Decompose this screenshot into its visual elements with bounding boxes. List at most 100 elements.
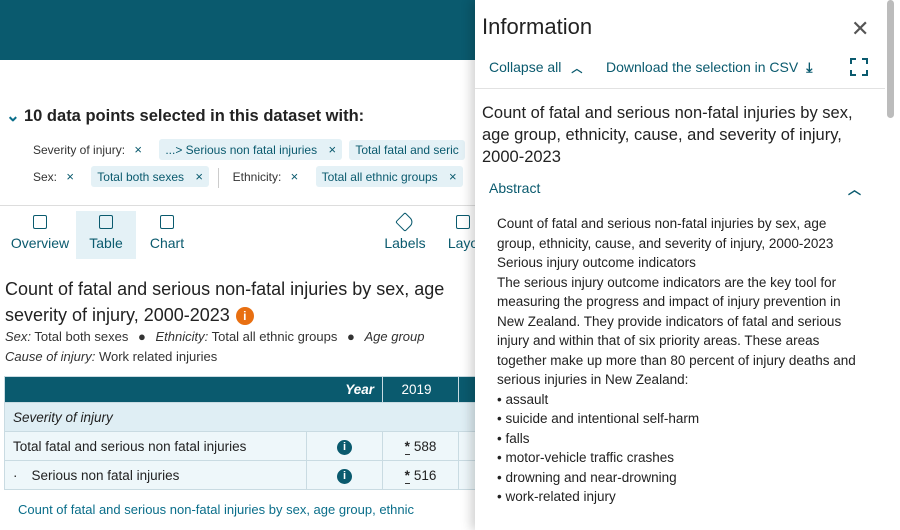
row-label: Total fatal and serious non fatal injuri…: [4, 431, 307, 461]
meta-value: Total all ethnic groups: [211, 329, 338, 344]
year-header: Year: [4, 376, 383, 403]
row-label: · Serious non fatal injuries: [4, 460, 307, 490]
meta-value: Total both sexes: [34, 329, 129, 344]
table-header-row: Year 2019: [4, 376, 475, 403]
layout-icon: [456, 215, 470, 229]
filter-row-severity: Severity of injury: × ...> Serious non f…: [33, 139, 469, 160]
filter-chip[interactable]: Total both sexes ×: [91, 166, 209, 187]
filter-chip-label: Total all ethnic groups: [321, 170, 438, 184]
download-csv-label: Download the selection in CSV: [606, 59, 799, 75]
remove-filter-icon[interactable]: ×: [66, 169, 74, 184]
download-icon: ⤓: [806, 59, 813, 75]
cell-value: 588: [413, 438, 437, 454]
info-icon[interactable]: i: [337, 439, 352, 455]
meta-value: Work related injuries: [98, 349, 218, 364]
filter-chip-label: Total both sexes: [97, 170, 185, 184]
year-column-header: [458, 376, 475, 403]
empty-cell: [458, 431, 475, 461]
remove-chip-icon[interactable]: ×: [195, 169, 203, 184]
filter-chip[interactable]: Total fatal and seric: [349, 140, 465, 160]
download-csv-button[interactable]: Download the selection in CSV ⤓: [606, 59, 812, 76]
filter-key: Severity of injury:: [33, 143, 126, 157]
tab-layout[interactable]: Layo: [438, 211, 475, 259]
chevron-up-icon: ︿: [571, 63, 583, 75]
tab-label: Labels: [384, 235, 426, 251]
tab-label: Chart: [149, 235, 185, 251]
selection-heading-text: 10 data points selected in this dataset …: [24, 107, 365, 125]
row-info-cell: i: [306, 431, 383, 461]
filter-chip[interactable]: Total all ethnic groups ×: [315, 166, 463, 187]
filter-chip-label: ...> Serious non fatal injuries: [165, 143, 318, 157]
row-info-cell: i: [306, 460, 383, 490]
chart-icon: [160, 215, 174, 229]
value-cell[interactable]: * 588: [382, 431, 459, 461]
tab-label: Overview: [10, 235, 70, 251]
tab-label: Table: [89, 235, 123, 251]
filter-chip[interactable]: ...> Serious non fatal injuries ×: [159, 139, 343, 160]
table-meta: Sex: Total both sexes ● Ethnicity: Total…: [5, 329, 424, 344]
flag-marker[interactable]: *: [404, 438, 410, 455]
abstract-line: Serious injury outcome indicators: [497, 255, 696, 270]
chevron-down-icon[interactable]: ⌄: [6, 106, 24, 126]
table-row: · Serious non fatal injuries i * 516: [4, 460, 475, 490]
abstract-line: The serious injury outcome indicators ar…: [497, 274, 856, 388]
row-label-text: Serious non fatal injuries: [31, 467, 180, 483]
empty-cell: [458, 460, 475, 490]
view-tabs: Overview Table Chart Labels Layo: [0, 205, 475, 261]
filter-key: Ethnicity:: [232, 170, 282, 184]
meta-key: Cause of injury:: [5, 349, 96, 364]
remove-filter-icon[interactable]: ×: [134, 142, 142, 157]
abstract-line: • assault: [497, 391, 549, 407]
group-label: Severity of injury: [4, 402, 475, 432]
tab-labels[interactable]: Labels: [380, 211, 430, 259]
table-title-text: Count of fatal and serious non-fatal inj…: [5, 279, 445, 325]
table-row: Total fatal and serious non fatal injuri…: [4, 431, 475, 461]
divider: [218, 167, 220, 188]
dataset-title: Count of fatal and serious non-fatal inj…: [482, 104, 853, 166]
fullscreen-icon[interactable]: [850, 58, 868, 76]
collapse-all-button[interactable]: Collapse all ︿: [489, 59, 582, 76]
meta-key: Sex:: [5, 329, 32, 344]
info-icon[interactable]: i: [235, 307, 254, 326]
info-icon[interactable]: i: [337, 468, 352, 484]
abstract-line: • work-related injury: [497, 489, 616, 504]
overview-icon: [33, 215, 47, 229]
bullet-icon: ●: [137, 329, 146, 344]
bullet-icon: ●: [346, 329, 355, 344]
tag-icon: [395, 212, 415, 232]
abstract-line: • falls: [497, 430, 530, 446]
abstract-line: Count of fatal and serious non-fatal inj…: [497, 216, 834, 251]
abstract-toggle[interactable]: Abstract: [489, 180, 540, 196]
flag-marker[interactable]: *: [404, 467, 410, 484]
remove-chip-icon[interactable]: ×: [449, 169, 457, 184]
tab-table[interactable]: Table: [76, 211, 136, 259]
main-content: ⌄ 10 data points selected in this dataset…: [0, 60, 475, 530]
year-column-header[interactable]: 2019: [382, 376, 459, 403]
tab-overview[interactable]: Overview: [6, 211, 74, 259]
group-row: Severity of injury: [4, 402, 475, 432]
data-table: Year 2019 Severity of injury Total fatal…: [4, 376, 475, 490]
selection-heading[interactable]: ⌄ 10 data points selected in this dataset…: [6, 106, 364, 126]
filter-row-sex-ethnicity: Sex: × Total both sexes × Ethnicity: × T…: [33, 166, 467, 188]
table-icon: [99, 215, 113, 229]
information-panel: Information ✕ Collapse all ︿ Download the…: [475, 0, 900, 530]
abstract-line: • suicide and intentional self-harm: [497, 411, 700, 426]
close-icon[interactable]: ✕: [851, 16, 869, 42]
collapse-all-label: Collapse all: [489, 59, 562, 75]
tab-chart[interactable]: Chart: [142, 211, 192, 259]
value-cell[interactable]: * 516: [382, 460, 459, 490]
table-footnote-link[interactable]: Count of fatal and serious non-fatal inj…: [18, 502, 414, 517]
remove-filter-icon[interactable]: ×: [291, 169, 299, 184]
tab-label: Layo: [447, 235, 475, 251]
abstract-body: Count of fatal and serious non-fatal inj…: [497, 214, 867, 507]
cell-value: 516: [413, 467, 437, 483]
scrollbar[interactable]: [887, 0, 894, 118]
remove-chip-icon[interactable]: ×: [328, 142, 336, 157]
meta-key: Age group: [364, 329, 425, 344]
bullet-icon: ·: [13, 467, 18, 483]
abstract-line: • drowning and near-drowning: [497, 469, 677, 485]
meta-key: Ethnicity:: [155, 329, 209, 344]
table-meta: Cause of injury: Work related injuries: [5, 349, 217, 364]
chevron-up-icon[interactable]: ︿: [848, 179, 861, 198]
panel-title: Information: [482, 14, 593, 39]
